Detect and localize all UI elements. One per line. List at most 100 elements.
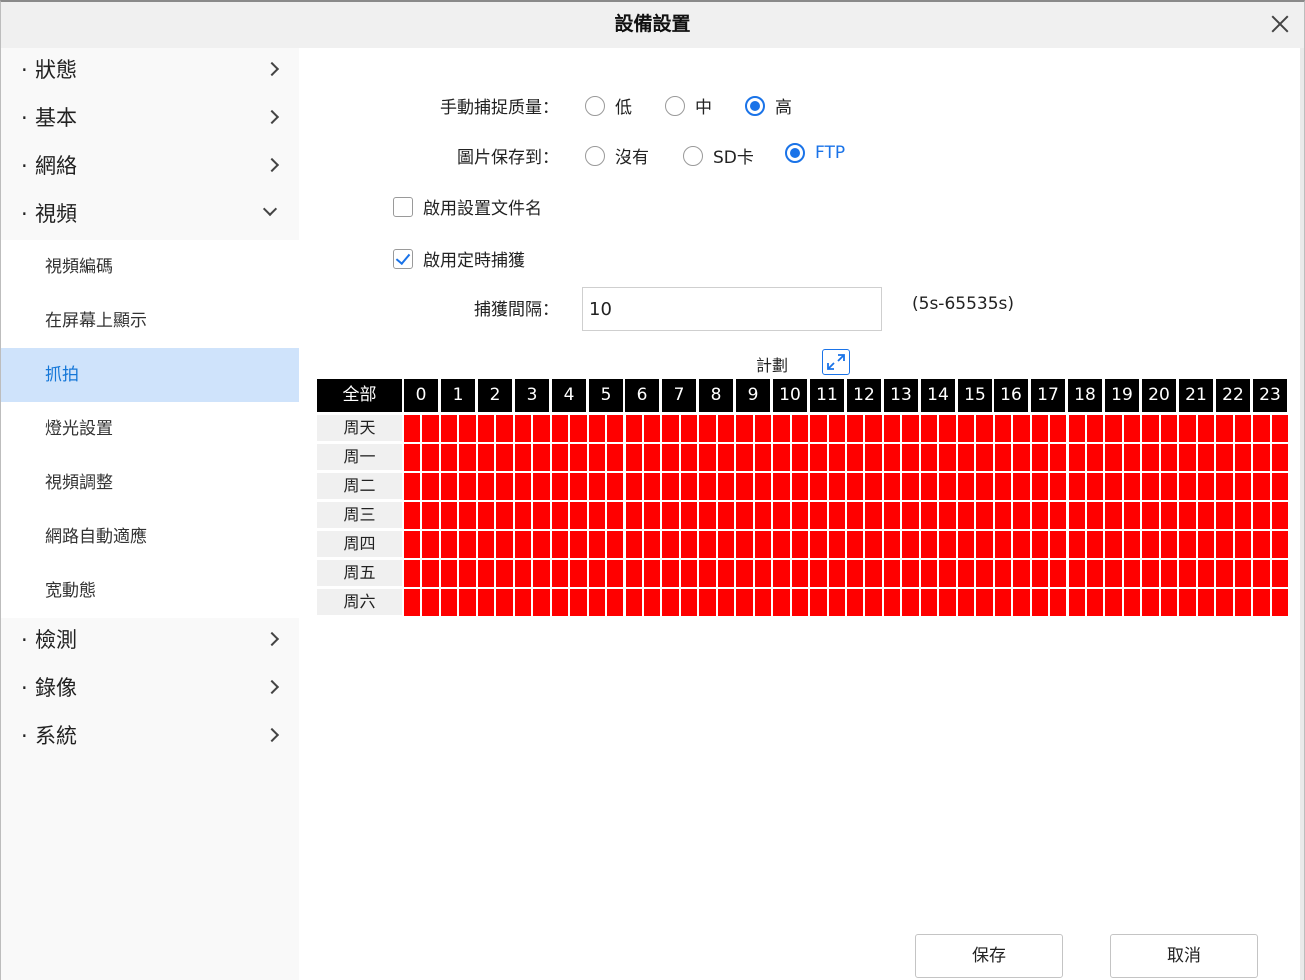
schedule-cell[interactable] bbox=[1031, 531, 1049, 558]
schedule-cell[interactable] bbox=[754, 415, 772, 442]
schedule-cell[interactable] bbox=[1216, 589, 1233, 616]
schedule-cell[interactable] bbox=[1160, 531, 1178, 558]
schedule-cell[interactable] bbox=[791, 589, 809, 616]
hour-header-13[interactable]: 13 bbox=[884, 379, 918, 412]
schedule-cell[interactable] bbox=[570, 589, 587, 616]
schedule-cell[interactable] bbox=[717, 589, 735, 616]
schedule-cell[interactable] bbox=[570, 560, 587, 587]
schedule-cell[interactable] bbox=[699, 415, 716, 442]
schedule-cell[interactable] bbox=[422, 589, 439, 616]
schedule-cell[interactable] bbox=[607, 502, 624, 529]
schedule-cell[interactable] bbox=[939, 444, 956, 471]
schedule-cell[interactable] bbox=[607, 473, 624, 500]
schedule-cell[interactable] bbox=[883, 560, 901, 587]
schedule-cell[interactable] bbox=[791, 473, 809, 500]
schedule-cell[interactable] bbox=[1216, 560, 1233, 587]
schedule-cell[interactable] bbox=[902, 531, 919, 558]
schedule-cell[interactable] bbox=[1123, 415, 1141, 442]
schedule-cell[interactable] bbox=[902, 502, 919, 529]
hour-header-1[interactable]: 1 bbox=[441, 379, 475, 412]
schedule-cell[interactable] bbox=[1031, 589, 1049, 616]
schedule-cell[interactable] bbox=[551, 502, 569, 529]
schedule-cell[interactable] bbox=[1031, 473, 1049, 500]
schedule-cell[interactable] bbox=[680, 415, 698, 442]
schedule-cell[interactable] bbox=[902, 560, 919, 587]
hour-header-15[interactable]: 15 bbox=[958, 379, 992, 412]
schedule-cell[interactable] bbox=[1179, 502, 1196, 529]
schedule-cell[interactable] bbox=[865, 473, 882, 500]
sidebar-item-network[interactable]: · 網絡 bbox=[1, 144, 299, 192]
schedule-cell[interactable] bbox=[477, 444, 495, 471]
sidebar-subitem-osd[interactable]: 在屏幕上顯示 bbox=[1, 294, 299, 348]
schedule-cell[interactable] bbox=[1160, 589, 1178, 616]
schedule-cell[interactable] bbox=[699, 560, 716, 587]
schedule-cell[interactable] bbox=[1068, 560, 1085, 587]
schedule-cell[interactable] bbox=[422, 444, 439, 471]
schedule-cell[interactable] bbox=[533, 473, 550, 500]
schedule-cell[interactable] bbox=[939, 473, 956, 500]
schedule-cell[interactable] bbox=[459, 473, 476, 500]
schedule-cell[interactable] bbox=[1142, 502, 1159, 529]
schedule-cell[interactable] bbox=[1253, 444, 1270, 471]
schedule-cell[interactable] bbox=[939, 531, 956, 558]
schedule-cell[interactable] bbox=[810, 415, 827, 442]
schedule-cell[interactable] bbox=[1013, 502, 1030, 529]
hour-header-23[interactable]: 23 bbox=[1253, 379, 1287, 412]
schedule-cell[interactable] bbox=[440, 473, 458, 500]
schedule-cell[interactable] bbox=[422, 502, 439, 529]
sidebar-item-system[interactable]: · 系統 bbox=[1, 714, 299, 762]
cancel-button[interactable]: 取消 bbox=[1110, 934, 1258, 978]
schedule-cell[interactable] bbox=[994, 531, 1012, 558]
schedule-cell[interactable] bbox=[699, 589, 716, 616]
schedule-cell[interactable] bbox=[440, 560, 458, 587]
schedule-cell[interactable] bbox=[847, 531, 864, 558]
schedule-cell[interactable] bbox=[994, 473, 1012, 500]
schedule-cell[interactable] bbox=[920, 415, 938, 442]
schedule-cell[interactable] bbox=[570, 473, 587, 500]
schedule-cell[interactable] bbox=[976, 415, 993, 442]
schedule-cell[interactable] bbox=[1013, 415, 1030, 442]
schedule-cell[interactable] bbox=[847, 473, 864, 500]
save-ftp-radio[interactable]: FTP bbox=[785, 143, 845, 163]
save-button[interactable]: 保存 bbox=[915, 934, 1063, 978]
schedule-cell[interactable] bbox=[570, 444, 587, 471]
close-icon[interactable] bbox=[1268, 12, 1292, 36]
sidebar-subitem-snapshot[interactable]: 抓拍 bbox=[1, 348, 299, 402]
schedule-cell[interactable] bbox=[847, 415, 864, 442]
schedule-cell[interactable] bbox=[1068, 444, 1085, 471]
sidebar-item-video[interactable]: · 視頻 bbox=[1, 192, 299, 240]
schedule-cell[interactable] bbox=[496, 589, 513, 616]
schedule-cell[interactable] bbox=[551, 560, 569, 587]
sidebar-subitem-network-adaptive[interactable]: 網路自動適應 bbox=[1, 510, 299, 564]
schedule-cell[interactable] bbox=[736, 589, 753, 616]
schedule-cell[interactable] bbox=[551, 589, 569, 616]
schedule-cell[interactable] bbox=[514, 531, 532, 558]
schedule-cell[interactable] bbox=[1197, 502, 1215, 529]
schedule-cell[interactable] bbox=[957, 415, 975, 442]
schedule-cell[interactable] bbox=[1142, 589, 1159, 616]
day-label[interactable]: 周四 bbox=[317, 531, 402, 557]
schedule-cell[interactable] bbox=[680, 589, 698, 616]
schedule-cell[interactable] bbox=[459, 444, 476, 471]
hour-header-2[interactable]: 2 bbox=[478, 379, 512, 412]
schedule-cell[interactable] bbox=[994, 589, 1012, 616]
sidebar-subitem-wdr[interactable]: 宽動態 bbox=[1, 564, 299, 618]
schedule-cell[interactable] bbox=[847, 444, 864, 471]
schedule-cell[interactable] bbox=[754, 444, 772, 471]
schedule-cell[interactable] bbox=[588, 531, 606, 558]
day-label[interactable]: 周五 bbox=[317, 560, 402, 586]
schedule-cell[interactable] bbox=[1216, 444, 1233, 471]
schedule-cell[interactable] bbox=[551, 415, 569, 442]
quality-high-radio[interactable]: 高 bbox=[745, 93, 792, 118]
schedule-cell[interactable] bbox=[477, 473, 495, 500]
sidebar-item-basic[interactable]: · 基本 bbox=[1, 96, 299, 144]
schedule-cell[interactable] bbox=[1197, 589, 1215, 616]
schedule-cell[interactable] bbox=[1160, 444, 1178, 471]
schedule-cell[interactable] bbox=[625, 415, 642, 442]
hour-header-12[interactable]: 12 bbox=[847, 379, 881, 412]
schedule-cell[interactable] bbox=[1197, 531, 1215, 558]
schedule-cell[interactable] bbox=[1216, 473, 1233, 500]
hour-header-9[interactable]: 9 bbox=[736, 379, 770, 412]
schedule-cell[interactable] bbox=[791, 502, 809, 529]
schedule-cell[interactable] bbox=[625, 560, 642, 587]
